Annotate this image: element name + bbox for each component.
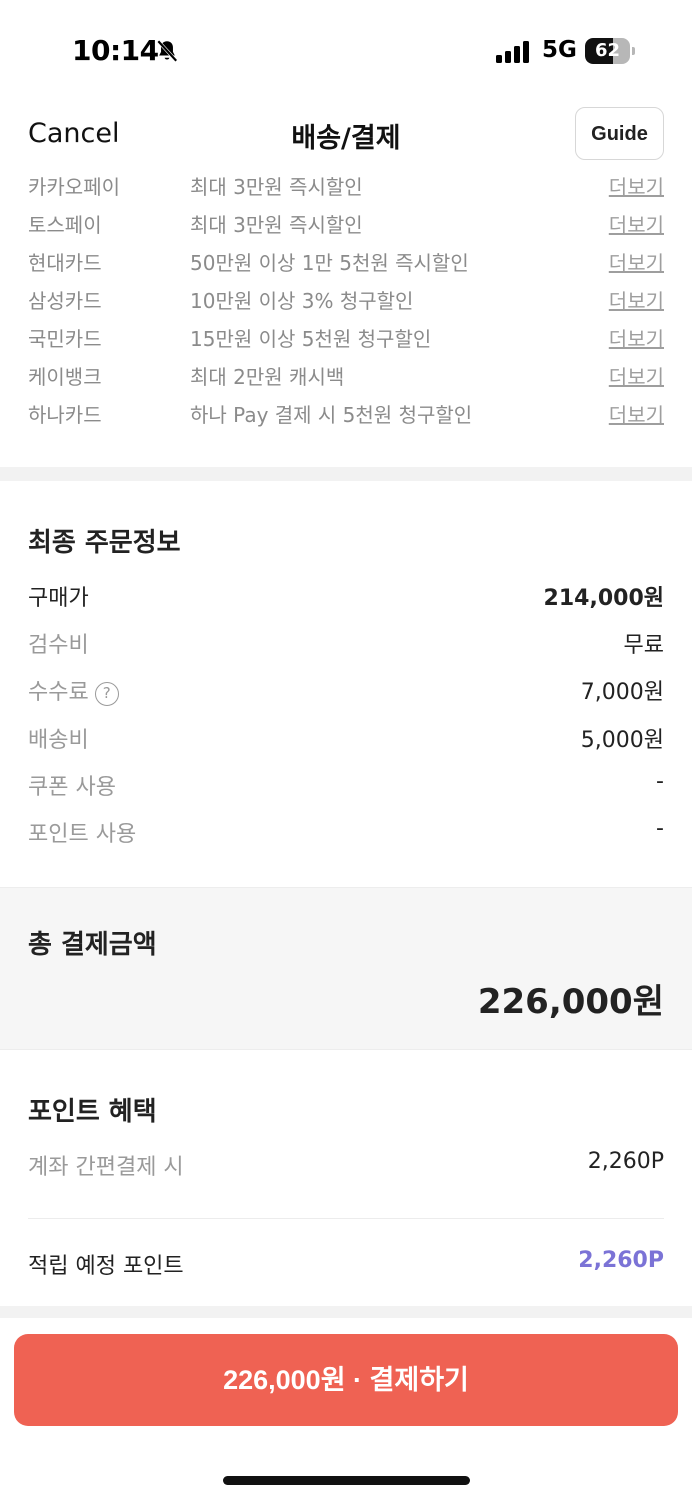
order-row-label-wrap: 수수료?	[28, 674, 119, 706]
order-row-value: -	[656, 769, 664, 794]
status-time: 10:14	[72, 34, 159, 67]
benefit-name: 케이뱅크	[28, 365, 102, 389]
benefit-row: 케이뱅크 최대 2만원 캐시백 더보기	[0, 356, 692, 394]
status-bar: 10:14 5G 62	[0, 0, 692, 100]
benefit-more-link[interactable]: 더보기	[609, 361, 664, 390]
pay-button[interactable]: 226,000원 · 결제하기	[14, 1334, 678, 1426]
order-row-label: 구매가	[28, 586, 89, 611]
benefit-desc: 10만원 이상 3% 청구할인	[190, 289, 414, 313]
benefit-name: 삼성카드	[28, 289, 102, 313]
order-row-value: 7,000원	[580, 680, 664, 705]
benefit-desc: 50만원 이상 1만 5천원 즉시할인	[190, 251, 469, 275]
cancel-button[interactable]: Cancel	[28, 118, 119, 149]
benefit-row: 국민카드 15만원 이상 5천원 청구할인 더보기	[0, 318, 692, 356]
benefit-desc: 최대 3만원 즉시할인	[190, 175, 363, 199]
order-row-points: 포인트 사용 -	[0, 816, 692, 856]
benefit-more-link[interactable]: 더보기	[609, 323, 664, 352]
order-row-coupon: 쿠폰 사용 -	[0, 769, 692, 809]
order-row-purchase-price: 구매가 214,000원	[0, 580, 692, 620]
question-circle-icon[interactable]: ?	[94, 682, 119, 706]
points-expected-value: 2,260P	[578, 1248, 664, 1273]
order-row-label: 쿠폰 사용	[28, 775, 116, 800]
order-row-value: -	[656, 816, 664, 841]
points-row-expected: 적립 예정 포인트 2,260P	[0, 1248, 692, 1288]
benefit-name: 카카오페이	[28, 175, 120, 199]
section-divider	[0, 467, 692, 481]
benefit-more-link[interactable]: 더보기	[609, 209, 664, 238]
order-info-title: 최종 주문정보	[28, 528, 181, 558]
benefit-row: 현대카드 50만원 이상 1만 5천원 즉시할인 더보기	[0, 242, 692, 280]
battery-level: 62	[594, 40, 621, 61]
benefit-more-link[interactable]: 더보기	[609, 285, 664, 314]
total-payment-box: 총 결제금액 226,000원	[0, 887, 692, 1050]
points-title: 포인트 혜택	[28, 1097, 157, 1127]
benefit-more-link[interactable]: 더보기	[609, 399, 664, 428]
pay-footer: 226,000원 · 결제하기	[0, 1318, 692, 1500]
home-indicator	[223, 1476, 470, 1485]
benefit-name: 토스페이	[28, 213, 102, 237]
bell-slash-icon	[157, 40, 178, 62]
order-row-inspection-fee: 검수비 무료	[0, 627, 692, 667]
points-account-value: 2,260P	[587, 1149, 664, 1174]
points-account-label: 계좌 간편결제 시	[28, 1155, 184, 1180]
benefit-more-link[interactable]: 더보기	[609, 171, 664, 200]
benefit-row: 토스페이 최대 3만원 즉시할인 더보기	[0, 204, 692, 242]
benefit-desc: 최대 2만원 캐시백	[190, 365, 345, 389]
order-row-label: 수수료	[28, 680, 89, 705]
points-row-account: 계좌 간편결제 시 2,260P	[0, 1149, 692, 1189]
order-row-commission: 수수료? 7,000원	[0, 674, 692, 714]
benefit-desc: 최대 3만원 즉시할인	[190, 213, 363, 237]
benefit-row: 카카오페이 최대 3만원 즉시할인 더보기	[0, 166, 692, 204]
card-benefits-list: 카카오페이 최대 3만원 즉시할인 더보기 토스페이 최대 3만원 즉시할인 더…	[0, 166, 692, 432]
benefit-row: 삼성카드 10만원 이상 3% 청구할인 더보기	[0, 280, 692, 318]
divider	[28, 1218, 664, 1219]
signal-bars-icon	[496, 41, 529, 63]
benefit-name: 하나카드	[28, 403, 102, 427]
total-label: 총 결제금액	[28, 930, 157, 960]
network-type: 5G	[542, 37, 577, 63]
benefit-name: 현대카드	[28, 251, 102, 275]
battery-icon: 62	[585, 38, 635, 64]
benefit-desc: 하나 Pay 결제 시 5천원 청구할인	[190, 403, 473, 427]
points-expected-label: 적립 예정 포인트	[28, 1254, 184, 1279]
order-row-label: 포인트 사용	[28, 822, 137, 847]
order-row-label: 배송비	[28, 728, 89, 753]
benefit-row: 하나카드 하나 Pay 결제 시 5천원 청구할인 더보기	[0, 394, 692, 432]
benefit-more-link[interactable]: 더보기	[609, 247, 664, 276]
order-row-value: 214,000원	[543, 586, 664, 611]
order-row-shipping: 배송비 5,000원	[0, 722, 692, 762]
total-amount: 226,000원	[477, 982, 664, 1022]
order-row-value: 무료	[623, 633, 664, 658]
order-row-value: 5,000원	[580, 728, 664, 753]
benefit-desc: 15만원 이상 5천원 청구할인	[190, 327, 432, 351]
guide-button[interactable]: Guide	[575, 107, 664, 160]
order-row-label: 검수비	[28, 633, 89, 658]
benefit-name: 국민카드	[28, 327, 102, 351]
